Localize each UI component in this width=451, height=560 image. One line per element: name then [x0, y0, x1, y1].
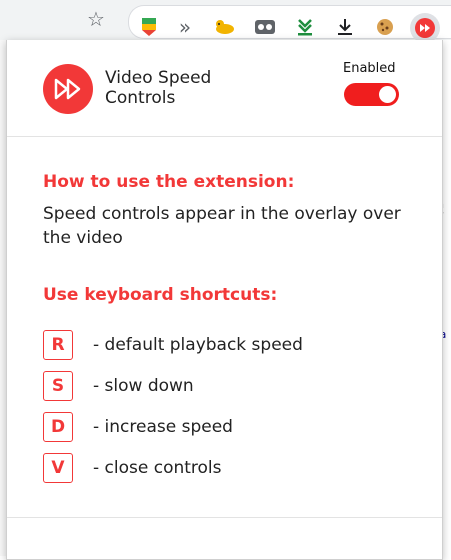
title-line-1: Video Speed	[105, 68, 212, 88]
extensions-bar: »	[128, 5, 451, 43]
shortcuts-heading: Use keyboard shortcuts:	[43, 285, 278, 305]
download-green-extension-icon[interactable]	[293, 15, 317, 39]
toggle-knob	[379, 86, 396, 103]
shortcut-description: - increase speed	[93, 417, 233, 437]
bookmark-star-icon[interactable]: ☆	[84, 7, 108, 31]
shortcut-description: - slow down	[93, 376, 194, 396]
cookie-extension-icon[interactable]	[373, 15, 397, 39]
cat-extension-icon[interactable]	[213, 15, 237, 39]
shortcut-key: V	[43, 453, 73, 483]
header-divider	[7, 136, 442, 137]
shortcut-row: D - increase speed	[43, 410, 233, 444]
extension-title: Video Speed Controls	[105, 68, 211, 108]
extension-popup: Video Speed Controls Enabled How to use …	[6, 40, 443, 560]
enabled-toggle[interactable]	[344, 83, 399, 106]
browser-toolbar: ☆ »	[0, 0, 451, 43]
forward-extension-icon[interactable]: »	[173, 15, 197, 39]
shortcut-description: - close controls	[93, 458, 222, 478]
fast-forward-logo-icon	[43, 64, 93, 114]
how-to-description: Speed controls appear in the overlay ove…	[43, 204, 401, 248]
how-to-heading: How to use the extension:	[43, 172, 295, 192]
shortcut-key: S	[43, 371, 73, 401]
shortcut-key: D	[43, 412, 73, 442]
download-extension-icon[interactable]	[333, 15, 357, 39]
mask-extension-icon[interactable]	[253, 15, 277, 39]
enabled-label: Enabled	[343, 61, 396, 76]
shortcut-description: - default playback speed	[93, 335, 303, 355]
title-line-2: Controls	[105, 88, 176, 108]
shortcut-key: R	[43, 330, 73, 360]
video-speed-extension-icon[interactable]	[410, 13, 440, 43]
bookmark-extension-icon[interactable]	[137, 15, 161, 39]
shortcut-row: S - slow down	[43, 369, 194, 403]
shortcut-row: V - close controls	[43, 451, 222, 485]
footer-divider	[7, 517, 442, 518]
shortcut-row: R - default playback speed	[43, 328, 303, 362]
